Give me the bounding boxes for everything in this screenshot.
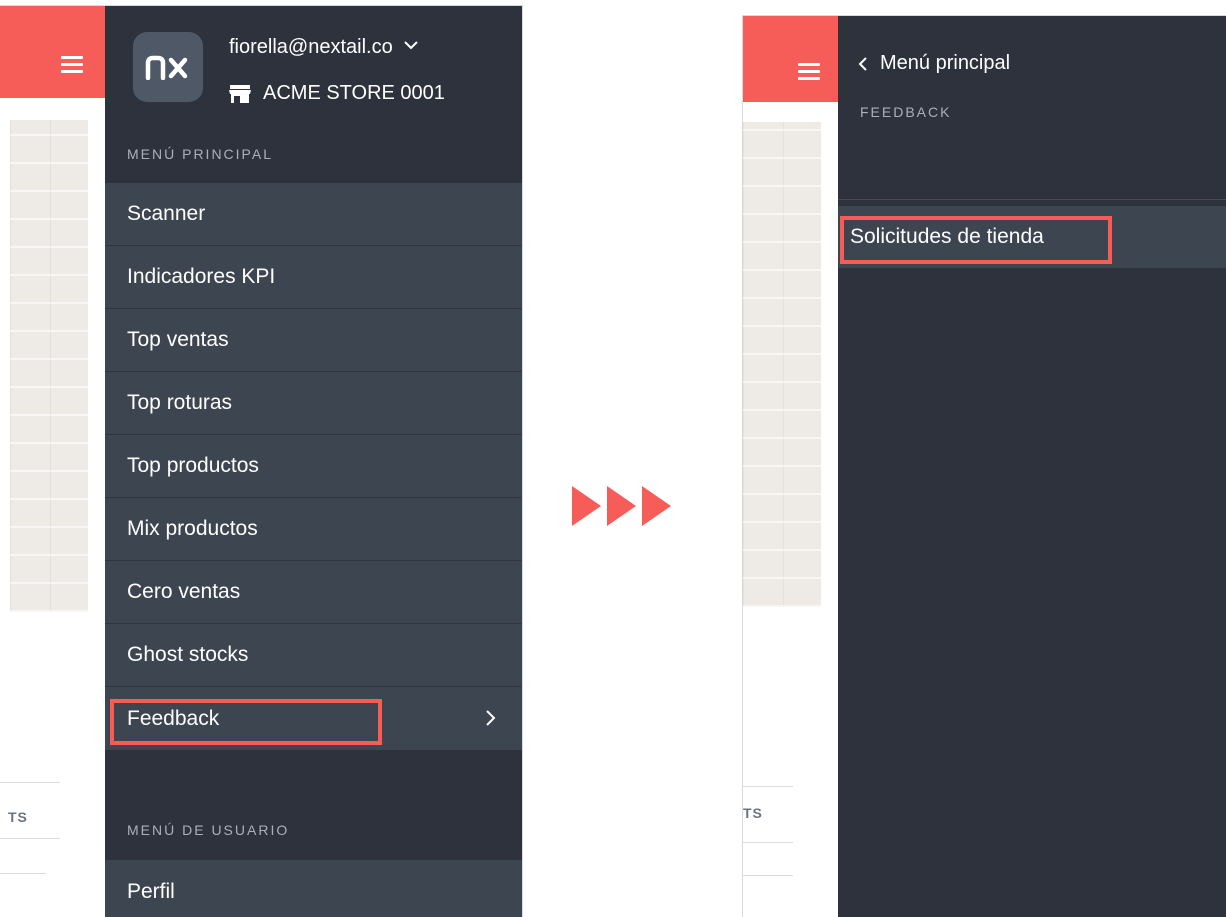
divider (0, 873, 46, 874)
background-tab-label[interactable]: TS (743, 805, 763, 821)
menu-item-indicadores-kpi[interactable]: Indicadores KPI (105, 246, 522, 309)
divider (838, 199, 1226, 200)
main-menu-list: Scanner Indicadores KPI Top ventas Top r… (105, 183, 522, 750)
highlight-box (840, 216, 1112, 264)
divider (0, 782, 60, 783)
nextail-logo (133, 32, 203, 102)
menu-item-mix-productos[interactable]: Mix productos (105, 498, 522, 561)
divider (743, 875, 793, 876)
divider (743, 786, 793, 787)
menu-item-top-productos[interactable]: Top productos (105, 435, 522, 498)
back-to-main-menu-button[interactable]: Menú principal (858, 52, 1010, 75)
chevron-right-icon (486, 710, 496, 726)
navigation-drawer: fiorella@nextail.co ACME STORE 0001 MENÚ… (105, 6, 522, 917)
triple-arrow-icon (572, 486, 671, 526)
banner-image (743, 122, 821, 607)
store-icon (229, 84, 251, 103)
hamburger-menu-icon[interactable] (61, 56, 83, 73)
divider (0, 838, 60, 839)
menu-item-scanner[interactable]: Scanner (105, 183, 522, 246)
app-header (0, 6, 105, 98)
nx-logo-icon (145, 55, 188, 80)
menu-item-cero-ventas[interactable]: Cero ventas (105, 561, 522, 624)
feedback-section-label: FEEDBACK (860, 104, 952, 120)
banner-image (10, 120, 88, 612)
navigation-drawer: Menú principal FEEDBACK Solicitudes de t… (838, 16, 1226, 917)
menu-item-ghost-stocks[interactable]: Ghost stocks (105, 624, 522, 687)
menu-item-top-ventas[interactable]: Top ventas (105, 309, 522, 372)
back-label: Menú principal (880, 52, 1011, 74)
store-selector[interactable]: ACME STORE 0001 (229, 82, 445, 105)
user-menu-section-label: MENÚ DE USUARIO (127, 822, 290, 838)
screen-main-menu: TS fiorella@nextail.co ACME STORE 0001 M… (0, 5, 523, 917)
app-header (743, 16, 838, 102)
chevron-left-icon (858, 56, 867, 71)
divider (743, 842, 793, 843)
chevron-down-icon (404, 41, 418, 50)
background-app: TS (743, 16, 838, 917)
highlight-box (110, 699, 382, 745)
screen-feedback-submenu: TS Menú principal FEEDBACK Solicitudes d… (742, 15, 1226, 917)
main-menu-section-label: MENÚ PRINCIPAL (127, 146, 273, 162)
hamburger-menu-icon[interactable] (798, 63, 820, 80)
user-email: fiorella@nextail.co (229, 36, 393, 58)
store-name: ACME STORE 0001 (263, 82, 445, 104)
background-app: TS (0, 6, 105, 917)
user-menu-list: Perfil (105, 860, 522, 917)
account-switcher[interactable]: fiorella@nextail.co (229, 36, 418, 59)
menu-item-top-roturas[interactable]: Top roturas (105, 372, 522, 435)
background-tab-label[interactable]: TS (8, 809, 28, 825)
menu-item-perfil[interactable]: Perfil (105, 860, 522, 917)
